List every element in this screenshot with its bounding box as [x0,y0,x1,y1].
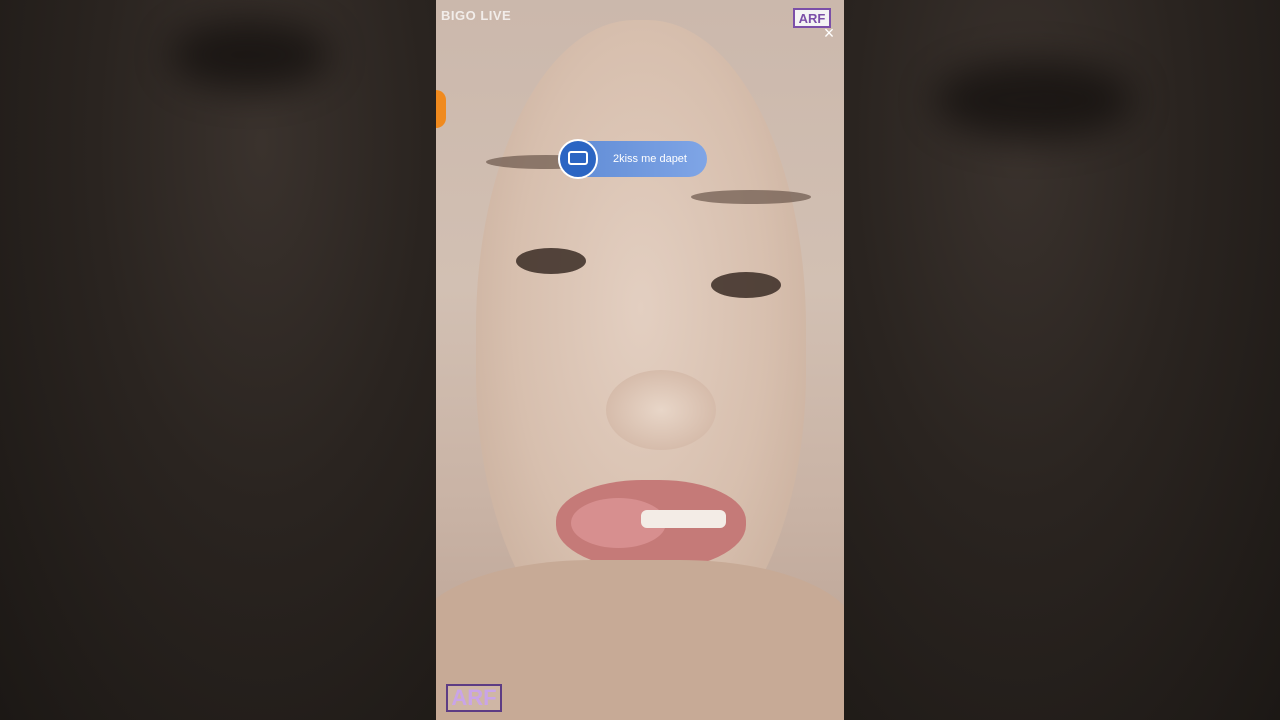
eye-right [711,272,781,298]
blurred-background-left [0,0,436,720]
gift-avatar-icon[interactable] [558,139,598,179]
notification-message: 2kiss me dapet [613,153,687,165]
bigo-live-watermark: BIGO LIVE [441,8,512,23]
gift-box-icon [568,151,588,165]
eyebrow-right [691,190,811,204]
eye-left [516,248,586,274]
blurred-eye-right [934,60,1134,140]
blurred-background-right [844,0,1280,720]
live-video-frame [436,0,844,720]
close-icon[interactable]: × [819,23,839,43]
blurred-eye-left [170,20,330,90]
teeth [641,510,726,528]
arf-logo-bottom: ARF [446,684,502,712]
side-badge-icon[interactable] [436,90,446,128]
nose [606,370,716,450]
